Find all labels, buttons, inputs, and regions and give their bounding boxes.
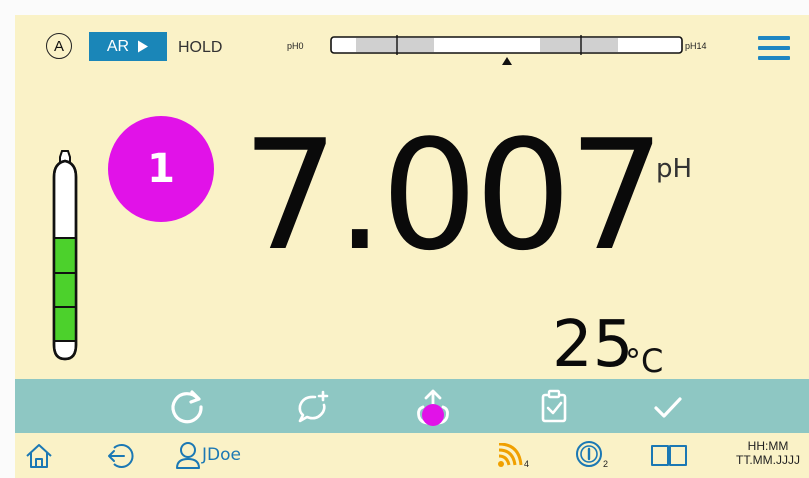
status-bar: JDoe 4 2 HH:MM TT.MM.JJJJ <box>15 433 809 478</box>
ph-unit: pH <box>656 154 693 184</box>
ph-value: 7.007 <box>242 107 665 284</box>
ph-range-scale: pH0 pH14 <box>285 33 765 83</box>
refresh-icon <box>171 390 203 424</box>
mode-a-indicator[interactable]: A <box>46 33 72 59</box>
electrode-status-icon <box>52 150 78 361</box>
play-icon <box>138 40 149 53</box>
export-button[interactable] <box>412 387 454 427</box>
scale-marker-icon <box>501 57 512 65</box>
temperature-unit: °C <box>625 342 664 380</box>
action-bar <box>15 379 809 433</box>
export-icon <box>417 389 449 426</box>
comment-add-icon <box>298 390 329 423</box>
time-display: HH:MM <box>747 439 789 453</box>
date-display: TT.MM.JJJJ <box>736 453 800 467</box>
add-comment-button[interactable] <box>291 387 333 427</box>
checklist-button[interactable] <box>533 387 575 427</box>
user-name: JDoe <box>202 445 241 465</box>
confirm-button[interactable] <box>647 387 689 427</box>
logout-button[interactable] <box>105 441 135 471</box>
temperature-value: 25 <box>552 308 634 382</box>
hold-status: HOLD <box>178 39 223 56</box>
manual-button[interactable] <box>649 443 689 467</box>
signal-status[interactable]: 4 <box>496 443 529 469</box>
restart-button[interactable] <box>166 387 208 427</box>
logout-icon <box>108 444 134 468</box>
home-button[interactable] <box>24 442 54 470</box>
ph-scale-bar <box>330 35 683 55</box>
signal-icon <box>498 443 523 467</box>
info-status[interactable]: 2 <box>575 439 608 469</box>
ar-button[interactable]: AR <box>89 32 167 61</box>
channel-badge[interactable]: 1 <box>108 116 214 222</box>
user-account[interactable]: JDoe <box>175 441 241 469</box>
info-count: 2 <box>603 459 609 469</box>
hamburger-menu-icon[interactable] <box>758 36 790 62</box>
book-icon <box>651 445 687 466</box>
meter-screen: A AR HOLD pH0 pH14 1 7.007 pH 25 °C JDoe… <box>15 15 809 478</box>
header-bar: A AR HOLD pH0 pH14 <box>15 15 809 77</box>
ar-label: AR <box>106 37 130 55</box>
clipboard-check-icon <box>541 389 567 423</box>
home-icon <box>26 444 52 468</box>
signal-count: 4 <box>524 459 530 469</box>
user-icon <box>176 442 200 469</box>
checkmark-icon <box>654 397 682 418</box>
info-circle-icon <box>576 441 602 467</box>
datetime-display: HH:MM TT.MM.JJJJ <box>727 439 809 467</box>
